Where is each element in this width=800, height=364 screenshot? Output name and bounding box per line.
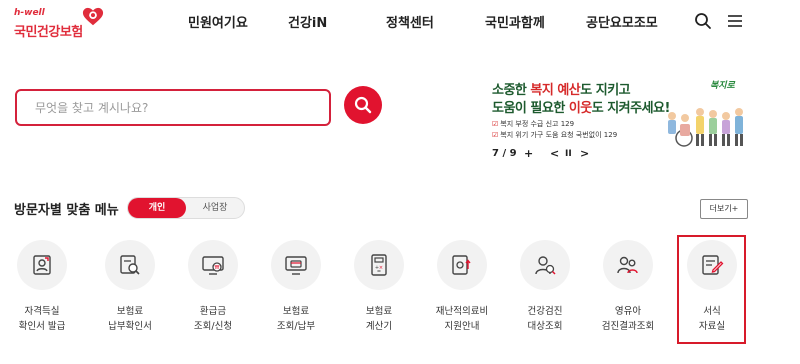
banner-info-2: ☑ 복지 위기 가구 도움 요청 국번없이 129: [492, 131, 618, 139]
certificate-icon: [33, 255, 51, 275]
banner-info-1: ☑ 복지 부정 수급 신고 129: [492, 120, 575, 128]
promo-banner[interactable]: 소중한 복지 예산도 지키고 도움이 필요한 이웃도 지켜주세요! ☑ 복지 부정…: [490, 76, 750, 166]
section-title: 방문자별 맞춤 메뉴: [14, 203, 119, 218]
menu-item-premium-inquiry-payment[interactable]: 보험료 조회/납부: [254, 240, 338, 350]
health-checkup-icon: [535, 256, 556, 275]
toggle-personal[interactable]: 개인: [128, 198, 186, 218]
banner-plus-button[interactable]: +: [524, 148, 533, 160]
menu-item-infant-checkup-results[interactable]: 영유아 검진결과조회: [586, 240, 670, 350]
banner-prev-button[interactable]: <: [550, 148, 559, 160]
banner-pause-button[interactable]: II: [565, 148, 572, 160]
svg-text:₩: ₩: [215, 265, 220, 271]
nav-item-about[interactable]: 공단요모조모: [586, 12, 658, 31]
menu-item-premium-calculator[interactable]: + × = 보험료 계산기: [337, 240, 421, 350]
payment-monitor-icon: [285, 256, 307, 275]
search-button[interactable]: [344, 86, 382, 124]
nav-item-with-public[interactable]: 국민과함께: [485, 12, 545, 31]
people-illustration-icon: [668, 108, 743, 147]
banner-headline-1: 소중한 복지 예산도 지키고: [492, 83, 631, 98]
banner-headline-2: 도움이 필요한 이웃도 지켜주세요!: [492, 101, 670, 116]
menu-item-eligibility-certificate[interactable]: 자격득실 확인서 발급: [0, 240, 84, 350]
highlight-box: [677, 235, 746, 344]
svg-text:=: =: [377, 269, 381, 275]
menu-item-health-checkup-inquiry[interactable]: 건강검진 대상조회: [503, 240, 587, 350]
refund-monitor-icon: ₩: [202, 256, 224, 275]
nav-item-civil-service[interactable]: 민원여기요: [188, 12, 248, 31]
main-navigation: 민원여기요 건강iN 정책센터 국민과함께 공단요모조모: [0, 12, 800, 32]
banner-controls: 7 / 9 + < II >: [492, 148, 612, 162]
search-icon[interactable]: [694, 12, 712, 30]
visitor-type-toggle: 개인 사업장: [127, 197, 245, 219]
nav-item-health-in[interactable]: 건강iN: [288, 12, 327, 31]
banner-welfare-logo: 복지로: [710, 81, 735, 91]
document-search-icon: [120, 255, 140, 275]
banner-next-button[interactable]: >: [580, 148, 589, 160]
menu-item-premium-payment-certificate[interactable]: 보험료 납부확인서: [88, 240, 172, 350]
menu-item-catastrophic-medical-support[interactable]: 재난적의료비 지원안내: [420, 240, 504, 350]
search-icon: [354, 96, 372, 114]
nav-item-policy-center[interactable]: 정책센터: [386, 12, 434, 31]
search-input[interactable]: [17, 91, 329, 124]
menu-icon[interactable]: [726, 12, 744, 30]
medical-support-icon: [452, 255, 471, 275]
menu-item-refund-inquiry[interactable]: ₩ 환급금 조회/신청: [171, 240, 255, 350]
calculator-icon: + × =: [371, 254, 387, 276]
more-button[interactable]: 더보기+: [700, 199, 748, 219]
banner-page-indicator: 7 / 9: [492, 148, 517, 159]
toggle-business[interactable]: 사업장: [186, 198, 244, 218]
search-box: [15, 89, 331, 126]
infant-checkup-icon: [617, 256, 638, 274]
